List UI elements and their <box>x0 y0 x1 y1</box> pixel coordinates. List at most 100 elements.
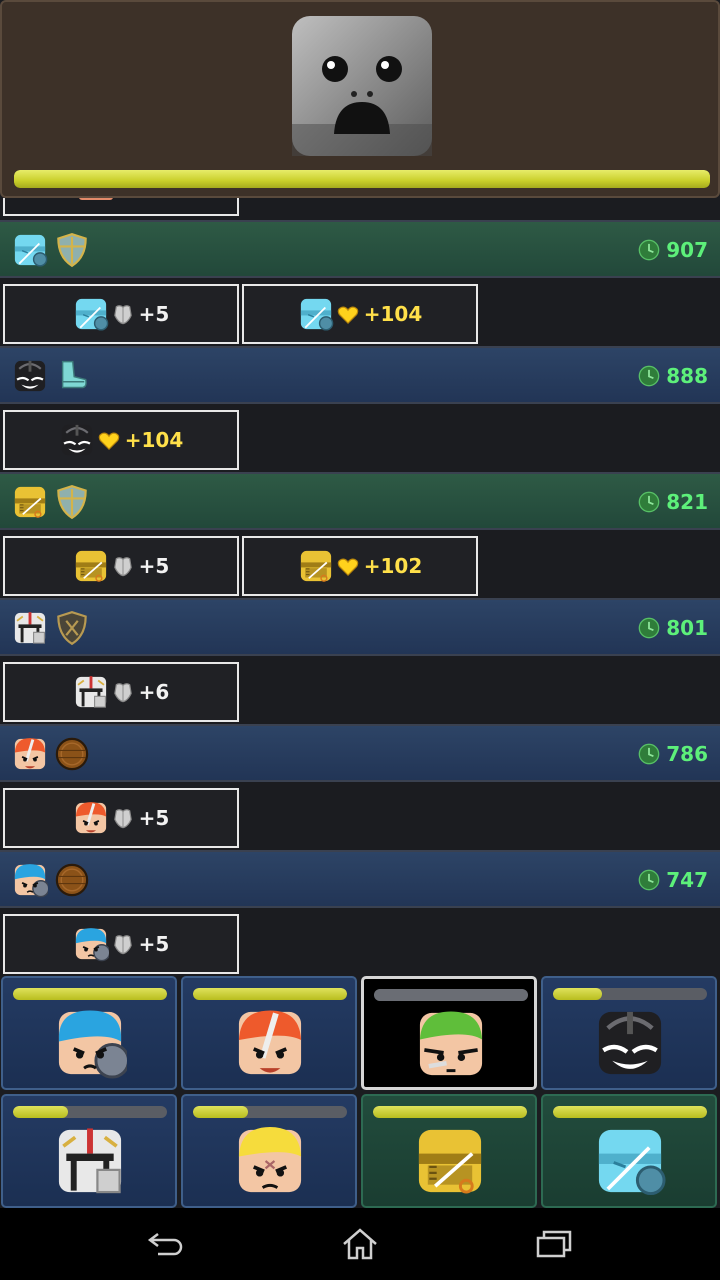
gold-robot-icon <box>300 550 331 582</box>
boss-hp-bar <box>14 170 710 188</box>
dark-knight-icon <box>598 1011 662 1075</box>
score-value: 888 <box>666 364 708 388</box>
shield-item-icon <box>57 485 87 520</box>
armor-icon <box>113 809 132 829</box>
dark-knight-icon <box>61 424 92 456</box>
party-slot-gold-robot[interactable] <box>361 1094 537 1208</box>
armor-icon <box>113 305 132 325</box>
reward-card[interactable]: +5 <box>3 788 239 848</box>
shield-item-icon <box>57 233 87 268</box>
round-shield-item-icon <box>55 863 89 897</box>
log-entry-row[interactable]: 786 <box>0 724 720 782</box>
party-slot-blonde-warrior[interactable] <box>181 1094 357 1208</box>
recent-apps-icon <box>536 1230 572 1258</box>
reward-card[interactable]: +102 <box>242 536 478 596</box>
party-slot-blue-warrior[interactable] <box>1 976 177 1090</box>
party-slot-white-knight[interactable] <box>1 1094 177 1208</box>
reward-value: +5 <box>138 554 170 578</box>
hero-hp-bar <box>13 988 167 1000</box>
armor-icon <box>113 557 132 577</box>
heart-icon <box>98 432 119 450</box>
blue-warrior-icon <box>75 928 109 962</box>
hero-hp-bar <box>13 1106 167 1118</box>
cyan-robot-icon <box>598 1129 666 1196</box>
reward-card[interactable]: +5 <box>3 284 239 344</box>
score-value: 786 <box>666 742 708 766</box>
score-readout: 907 <box>638 237 708 263</box>
hero-hp-bar <box>553 988 707 1000</box>
reward-value: +104 <box>124 428 184 452</box>
reward-value: +5 <box>138 806 170 830</box>
red-warrior-icon <box>75 802 106 834</box>
heart-icon <box>337 306 358 324</box>
party-slot-cyan-robot[interactable] <box>541 1094 717 1208</box>
back-icon <box>147 1233 183 1256</box>
reward-value: +5 <box>138 302 170 326</box>
game-screen: 907 +5 +104 888 +104 821 +5 +102 801 +6 786 +5 747 +5 <box>0 0 720 1280</box>
clock-icon <box>638 617 660 639</box>
log-entry-row[interactable]: 821 <box>0 472 720 530</box>
reward-card[interactable]: +6 <box>3 662 239 722</box>
reward-value: +102 <box>363 554 423 578</box>
round-shield-item-icon <box>55 737 89 771</box>
back-button[interactable] <box>136 1224 196 1264</box>
clock-icon <box>638 239 660 261</box>
home-button[interactable] <box>330 1224 390 1264</box>
white-knight-icon <box>75 676 106 708</box>
boot-item-icon <box>61 360 87 389</box>
partial-reward-card <box>3 198 239 216</box>
hero-hp-bar <box>374 989 528 1001</box>
score-readout: 786 <box>638 741 708 767</box>
armor-icon <box>113 683 132 703</box>
party-slot-red-warrior[interactable] <box>181 976 357 1090</box>
home-icon <box>343 1228 377 1260</box>
dark-knight-icon <box>14 360 46 392</box>
score-value: 747 <box>666 868 708 892</box>
battle-log[interactable]: 907 +5 +104 888 +104 821 +5 +102 801 +6 786 +5 747 +5 <box>0 198 720 974</box>
boss-panel <box>0 0 720 198</box>
reward-value: +6 <box>138 680 170 704</box>
system-nav-bar <box>0 1208 720 1280</box>
score-value: 821 <box>666 490 708 514</box>
party-slot-dark-knight[interactable] <box>541 976 717 1090</box>
score-readout: 801 <box>638 615 708 641</box>
log-entry-row[interactable]: 747 <box>0 850 720 908</box>
log-entry-row[interactable]: 801 <box>0 598 720 656</box>
log-entry-row[interactable]: 907 <box>0 220 720 278</box>
hero-hp-bar <box>373 1106 527 1118</box>
stone-face-boss-icon[interactable] <box>290 14 434 158</box>
gold-robot-icon <box>418 1129 482 1194</box>
reward-value: +5 <box>138 932 170 956</box>
score-value: 801 <box>666 616 708 640</box>
armor-icon <box>113 935 132 955</box>
score-readout: 888 <box>638 363 708 389</box>
red-warrior-icon <box>238 1010 302 1075</box>
cyan-robot-icon <box>14 234 48 267</box>
red-warrior-icon <box>14 738 46 770</box>
party-slot-green-warrior[interactable] <box>361 976 537 1090</box>
clock-icon <box>638 365 660 387</box>
reward-card[interactable]: +104 <box>242 284 478 344</box>
reward-value: +104 <box>363 302 423 326</box>
hero-hp-bar <box>553 1106 707 1118</box>
reward-card[interactable]: +104 <box>3 410 239 470</box>
reward-card[interactable]: +5 <box>3 536 239 596</box>
clock-icon <box>638 869 660 891</box>
score-readout: 747 <box>638 867 708 893</box>
bronze-shield-item-icon <box>57 611 87 646</box>
blue-warrior-icon <box>58 1010 127 1079</box>
white-knight-icon <box>58 1128 122 1194</box>
clock-icon <box>638 743 660 765</box>
clock-icon <box>638 491 660 513</box>
cyan-robot-icon <box>300 298 334 331</box>
score-value: 907 <box>666 238 708 262</box>
hero-hp-bar <box>193 988 347 1000</box>
white-knight-icon <box>14 612 46 644</box>
hero-hp-bar <box>193 1106 347 1118</box>
log-entry-row[interactable]: 888 <box>0 346 720 404</box>
recent-apps-button[interactable] <box>524 1224 584 1264</box>
score-readout: 821 <box>638 489 708 515</box>
gold-robot-icon <box>75 550 106 582</box>
reward-card[interactable]: +5 <box>3 914 239 974</box>
blonde-warrior-icon <box>238 1126 302 1193</box>
